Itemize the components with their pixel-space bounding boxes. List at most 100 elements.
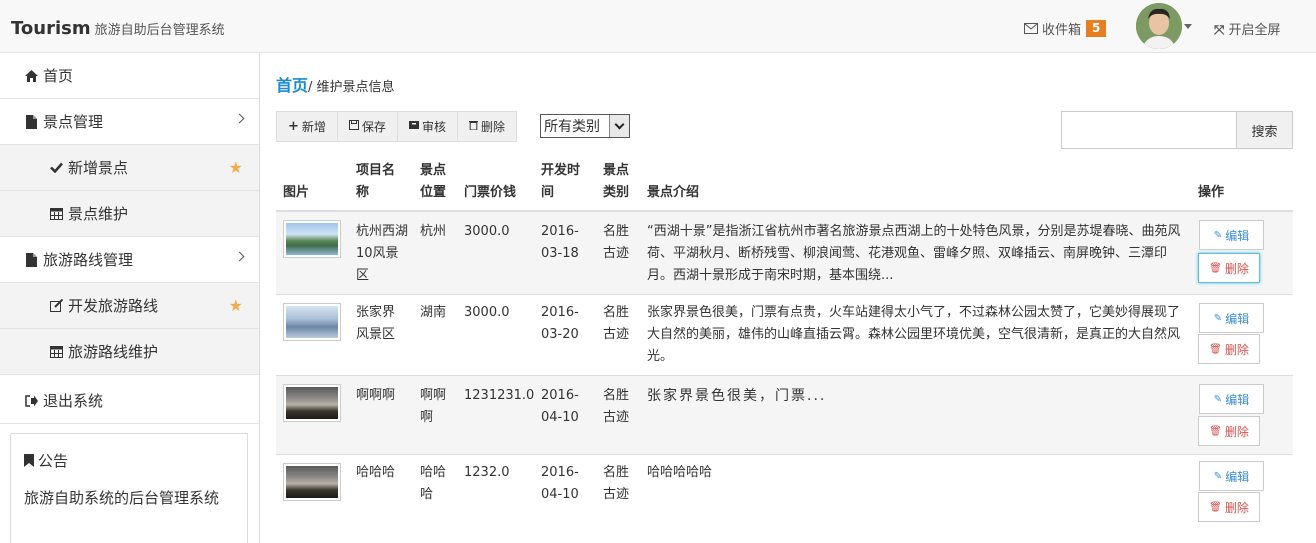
cell-price: 1231231.0 (464, 388, 535, 403)
cell-category: 名胜古迹 (603, 465, 630, 502)
fullscreen-button[interactable]: ⤧ 开启全屏 (1214, 19, 1281, 38)
edit-icon: ✎ (1213, 393, 1223, 405)
delete-button-label: 删除 (1224, 500, 1249, 515)
cell-intro: 张家界景色很美，门票有点贵，火车站建得太小气了，不过森林公园太赞了，它美妙得展现… (647, 305, 1181, 364)
notice-title: 公告 (24, 450, 234, 471)
notice-body: 旅游自助系统的后台管理系统 (24, 489, 220, 507)
category-select[interactable]: 所有类别 (540, 114, 630, 138)
attraction-thumbnail[interactable] (283, 303, 341, 341)
cell-date: 2016-03-18 (541, 224, 579, 261)
edit-icon: ✎ (1213, 229, 1223, 241)
edit-button[interactable]: ✎ 编辑 (1199, 303, 1264, 333)
edit-button-label: 编辑 (1225, 228, 1250, 243)
chevron-right-icon (234, 251, 245, 262)
brand[interactable]: Tourism 旅游自助后台管理系统 (11, 18, 225, 39)
calendar-icon (49, 207, 63, 220)
cell-location: 啊啊啊 (420, 388, 447, 425)
delete-row-button[interactable]: 🗑 删除 (1198, 492, 1260, 522)
edit-button[interactable]: ✎ 编辑 (1199, 384, 1264, 414)
header-location: 景点位置 (420, 163, 447, 200)
table-row: 哈哈哈 哈哈哈 1232.0 2016-04-10 名胜古迹 哈哈哈哈哈 ✎ 编辑… (276, 455, 1293, 543)
save-button-label: 保存 (361, 120, 386, 134)
expand-icon: ⤧ (1214, 23, 1225, 38)
inbox-link[interactable]: 收件箱 5 (1024, 19, 1107, 38)
user-avatar[interactable] (1136, 3, 1182, 49)
table-row: 杭州西湖10风景区 杭州 3000.0 2016-03-18 名胜古迹 “西湖十… (276, 212, 1293, 295)
chevron-down-icon (609, 115, 629, 137)
header-price: 门票价钱 (464, 185, 517, 200)
cell-price: 1232.0 (464, 465, 510, 480)
cell-name: 杭州西湖10风景区 (356, 224, 409, 283)
cell-category: 名胜古迹 (603, 224, 630, 261)
cell-name: 张家界风景区 (356, 305, 396, 342)
delete-row-button[interactable]: 🗑 删除 (1198, 334, 1260, 364)
fullscreen-label: 开启全屏 (1228, 23, 1281, 38)
cell-date: 2016-04-10 (541, 465, 579, 502)
sidebar-item-label: 新增景点 (68, 159, 129, 177)
edit-icon: ✎ (1213, 470, 1223, 482)
search-button[interactable]: 搜索 (1236, 111, 1293, 149)
delete-button-label: 删除 (1224, 342, 1249, 357)
sidebar-item-maintain-route[interactable]: 旅游路线维护 (0, 329, 259, 375)
chevron-down-icon[interactable] (1184, 24, 1192, 29)
cell-name: 哈哈哈 (356, 465, 396, 480)
delete-row-button[interactable]: 🗑 删除 (1198, 253, 1260, 283)
attraction-thumbnail[interactable] (283, 384, 341, 422)
category-select-value: 所有类别 (544, 119, 600, 135)
sidebar-item-home[interactable]: 首页 (0, 53, 259, 99)
delete-row-button[interactable]: 🗑 删除 (1198, 416, 1260, 446)
sidebar-item-maintain-attraction[interactable]: 景点维护 (0, 191, 259, 237)
notice-panel: 公告 旅游自助系统的后台管理系统 (10, 433, 248, 543)
cell-category: 名胜古迹 (603, 305, 630, 342)
chevron-right-icon (234, 113, 245, 124)
sidebar: 首页 景点管理 新增景点 ★ 景点维护 旅游路线管理 开发旅游路线 ★ 旅游路线… (0, 53, 260, 543)
delete-button-label: 删除 (1224, 261, 1249, 276)
sidebar-item-label: 旅游路线管理 (43, 251, 134, 269)
file-icon (24, 114, 38, 129)
header-intro: 景点介绍 (647, 185, 700, 200)
home-icon (24, 69, 38, 82)
sidebar-item-label: 景点管理 (43, 113, 104, 131)
sidebar-item-label: 退出系统 (43, 392, 104, 410)
add-button-label: 新增 (301, 120, 326, 134)
add-button[interactable]: + 新增 (277, 112, 338, 141)
trash-icon (468, 120, 478, 133)
sidebar-item-attractions[interactable]: 景点管理 (0, 99, 259, 145)
notice-title-text: 公告 (38, 452, 69, 470)
review-button[interactable]: 审核 (398, 112, 458, 141)
search-input[interactable] (1061, 111, 1237, 149)
edit-button[interactable]: ✎ 编辑 (1199, 461, 1264, 491)
sidebar-item-routes[interactable]: 旅游路线管理 (0, 237, 259, 283)
edit-button[interactable]: ✎ 编辑 (1199, 220, 1264, 250)
sidebar-item-develop-route[interactable]: 开发旅游路线 ★ (0, 283, 259, 329)
inbox-label: 收件箱 (1042, 23, 1082, 38)
edit-icon: ✎ (1213, 312, 1223, 324)
trash-icon: 🗑 (1209, 501, 1222, 513)
sidebar-item-label: 首页 (43, 67, 74, 85)
header-image: 图片 (283, 185, 310, 200)
header-category: 景点类别 (603, 163, 630, 200)
delete-button[interactable]: 删除 (458, 112, 516, 141)
cell-location: 哈哈哈 (420, 465, 447, 502)
sidebar-item-label: 开发旅游路线 (68, 297, 159, 315)
cell-price: 3000.0 (464, 305, 510, 320)
table-header: 图片 项目名称 景点位置 门票价钱 开发时间 景点类别 景点介绍 操作 (276, 158, 1293, 212)
attraction-thumbnail[interactable] (283, 463, 341, 501)
cell-location: 湖南 (420, 305, 447, 320)
sidebar-item-logout[interactable]: 退出系统 (0, 378, 259, 424)
cell-date: 2016-04-10 (541, 388, 579, 425)
attraction-thumbnail[interactable] (283, 220, 341, 258)
sidebar-item-label: 旅游路线维护 (68, 343, 159, 361)
breadcrumb-home-link[interactable]: 首页 (276, 76, 308, 95)
delete-button-label: 删除 (1224, 424, 1249, 439)
cell-date: 2016-03-20 (541, 305, 579, 342)
delete-button-label: 删除 (480, 120, 505, 134)
save-button[interactable]: 保存 (338, 112, 398, 141)
edit-button-label: 编辑 (1225, 469, 1250, 484)
sidebar-item-add-attraction[interactable]: 新增景点 ★ (0, 145, 259, 191)
file-icon (24, 252, 38, 267)
cell-category: 名胜古迹 (603, 388, 630, 425)
cell-intro: 张家界景色很美，门票... (647, 388, 827, 404)
inbox-count-badge: 5 (1086, 20, 1107, 37)
top-navbar: Tourism 旅游自助后台管理系统 收件箱 5 ⤧ 开启全屏 (0, 0, 1316, 53)
